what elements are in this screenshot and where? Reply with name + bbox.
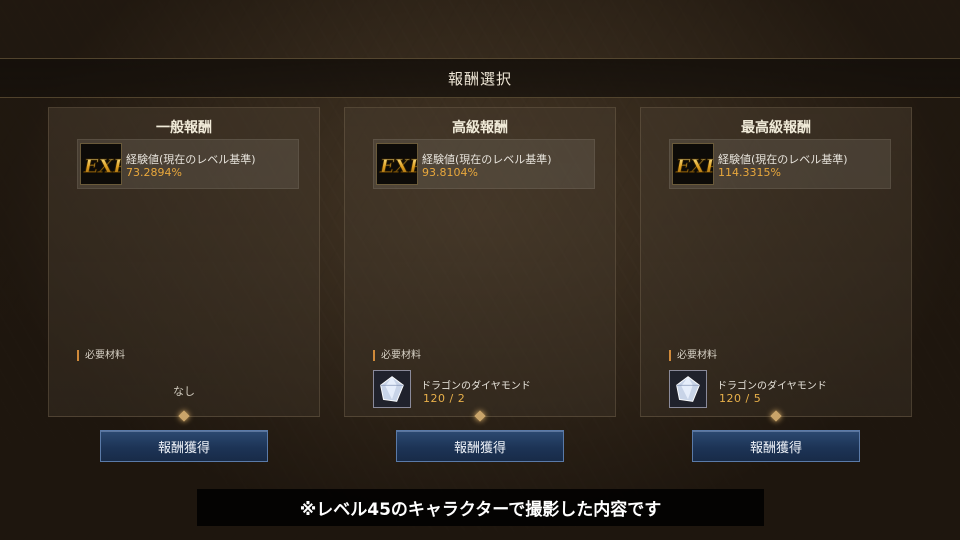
reward-value: 93.8104% [422,166,478,179]
material-count: 120 / 5 [719,392,762,405]
no-materials-text: なし [173,385,195,398]
svg-text:EXP: EXP [675,156,713,178]
material-name: ドラゴンのダイヤモンド [717,381,827,392]
reward-name: 経験値(現在のレベル基準) [718,153,848,166]
reward-panel-normal: 一般報酬 EXP 経験値(現在のレベル基準) 73.2894% 必要材料 なし [48,107,320,417]
claim-normal-reward-button[interactable]: 報酬獲得 [100,430,268,462]
claim-premium-reward-button[interactable]: 報酬獲得 [396,430,564,462]
reward-name: 経験値(現在のレベル基準) [422,153,552,166]
reward-name: 経験値(現在のレベル基準) [126,153,256,166]
reward-panel-premium: 高級報酬 EXP 経験値(現在のレベル基準) 93.8104% 必要材料 ドラゴ… [344,107,616,417]
material-name: ドラゴンのダイヤモンド [421,381,531,392]
panel-title: 高級報酬 [452,120,508,136]
required-materials-label: 必要材料 [77,350,125,361]
svg-text:EXP: EXP [83,156,121,178]
page-title: 報酬選択 [447,69,512,88]
reward-value: 114.3315% [718,166,781,179]
footer-caption: ※レベル45のキャラクターで撮影した内容です [197,489,764,526]
panel-title: 最高級報酬 [741,120,811,136]
exp-icon: EXP [672,143,714,185]
panel-title: 一般報酬 [156,120,212,136]
exp-icon: EXP [376,143,418,185]
required-materials-label: 必要材料 [373,350,421,361]
reward-value: 73.2894% [126,166,182,179]
svg-text:EXP: EXP [379,156,417,178]
dragon-diamond-icon[interactable] [669,370,707,408]
claim-ultimate-reward-button[interactable]: 報酬獲得 [692,430,860,462]
exp-icon: EXP [80,143,122,185]
reward-panel-ultimate: 最高級報酬 EXP 経験値(現在のレベル基準) 114.3315% 必要材料 ド… [640,107,912,417]
reward-row[interactable]: EXP 経験値(現在のレベル基準) 73.2894% [77,139,299,189]
reward-row[interactable]: EXP 経験値(現在のレベル基準) 93.8104% [373,139,595,189]
reward-row[interactable]: EXP 経験値(現在のレベル基準) 114.3315% [669,139,891,189]
dragon-diamond-icon[interactable] [373,370,411,408]
title-bar: 報酬選択 [0,58,960,98]
required-materials-label: 必要材料 [669,350,717,361]
material-count: 120 / 2 [423,392,466,405]
